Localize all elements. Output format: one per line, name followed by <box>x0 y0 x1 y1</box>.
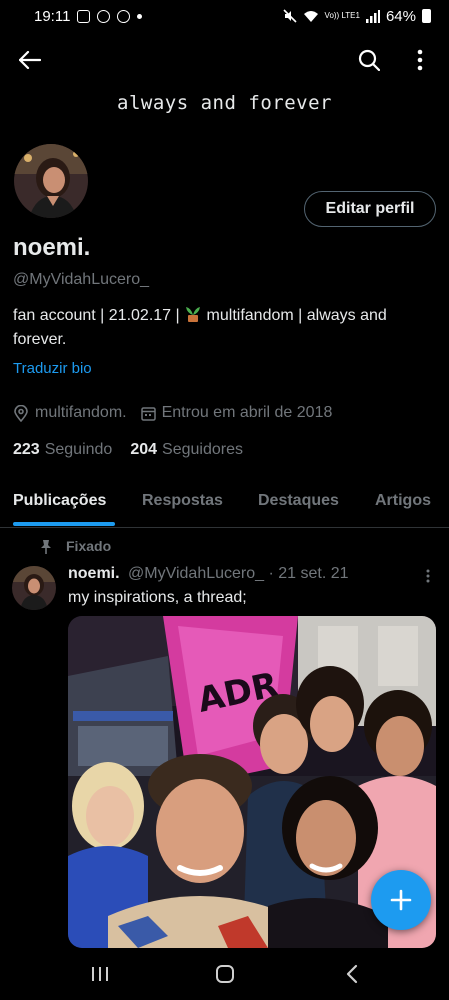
home-icon <box>216 965 234 983</box>
back-icon <box>346 964 358 984</box>
instagram-notification-icon <box>97 9 111 23</box>
profile-meta: multifandom. Entrou em abril de 2018 <box>13 404 346 422</box>
followers-label: Seguidores <box>162 441 243 458</box>
profile-avatar[interactable] <box>12 142 90 220</box>
more-options-button[interactable] <box>404 44 436 76</box>
tab-destaques[interactable]: Destaques <box>258 492 339 510</box>
signal-icon <box>365 9 380 23</box>
profile-bio: fan account | 21.02.17 | multifandom | a… <box>13 304 438 352</box>
location-icon <box>14 404 28 422</box>
plant-emoji-icon <box>186 307 201 322</box>
tab-respostas[interactable]: Respostas <box>142 492 223 510</box>
profile-handle: @MyVidahLucero_ <box>13 271 150 288</box>
gallery-notification-icon <box>77 9 91 23</box>
profile-header <box>0 36 449 84</box>
profile-banner-text: always and forever <box>117 92 332 114</box>
profile-tabs: Publicações Respostas Destaques Artigos <box>0 478 449 528</box>
more-notifications-icon <box>137 13 143 19</box>
back-button[interactable] <box>14 44 46 76</box>
mute-icon <box>282 9 297 23</box>
tweet-author-avatar[interactable] <box>12 566 56 610</box>
bio-text-start: fan account | 21.02.17 | <box>13 307 185 324</box>
more-icon <box>426 569 430 583</box>
profile-location: multifandom. <box>13 404 127 422</box>
search-button[interactable] <box>353 44 385 76</box>
tweet-text: my inspirations, a thread; <box>68 589 247 606</box>
followers-count: 204 <box>130 441 158 458</box>
battery-icon <box>422 9 431 23</box>
home-button[interactable] <box>213 962 237 986</box>
calendar-icon <box>140 406 156 421</box>
system-back-button[interactable] <box>340 962 364 986</box>
plus-icon <box>390 889 412 911</box>
tab-artigos[interactable]: Artigos <box>375 492 431 510</box>
tab-publicacoes[interactable]: Publicações <box>13 492 106 510</box>
tweet-author-name[interactable]: noemi. <box>68 565 120 582</box>
follow-stats: 223 Seguindo 204 Seguidores <box>13 441 261 459</box>
location-text: multifandom. <box>35 404 127 421</box>
profile-display-name: noemi. <box>13 234 91 261</box>
tweet-more-button[interactable] <box>418 565 438 587</box>
profile-joined: Entrou em abril de 2018 <box>140 404 333 422</box>
compose-button[interactable] <box>371 870 431 930</box>
system-nav-bar <box>0 948 449 1000</box>
search-icon <box>358 49 380 71</box>
recent-apps-icon <box>92 967 108 981</box>
following-label: Seguindo <box>44 441 113 458</box>
tweet-header: noemi. @MyVidahLucero_ · 21 set. 21 <box>68 565 349 583</box>
back-arrow-icon <box>19 51 41 69</box>
network-type: Vo)) LTE1 <box>324 11 360 20</box>
more-vertical-icon <box>417 49 423 71</box>
joined-text: Entrou em abril de 2018 <box>161 404 333 421</box>
wifi-icon <box>303 10 318 22</box>
whatsapp-notification-icon <box>117 9 131 23</box>
recent-apps-button[interactable] <box>88 962 112 986</box>
translate-bio-link[interactable]: Traduzir bio <box>13 360 92 377</box>
following-count: 223 <box>13 441 40 458</box>
pinned-indicator: Fixado <box>40 538 111 554</box>
followers-link[interactable]: 204 Seguidores <box>130 441 243 459</box>
tweet-author-handle: @MyVidahLucero_ <box>128 565 265 582</box>
tweet-date[interactable]: · 21 set. 21 <box>269 565 349 582</box>
status-bar: 19:11 Vo)) LTE1 64% <box>0 0 449 32</box>
edit-profile-button[interactable]: Editar perfil <box>304 191 436 227</box>
pin-icon <box>41 539 51 554</box>
following-link[interactable]: 223 Seguindo <box>13 441 112 459</box>
active-tab-indicator <box>13 522 115 526</box>
pinned-label: Fixado <box>66 538 112 554</box>
battery-percent: 64% <box>385 7 416 25</box>
status-time: 19:11 <box>34 7 71 25</box>
